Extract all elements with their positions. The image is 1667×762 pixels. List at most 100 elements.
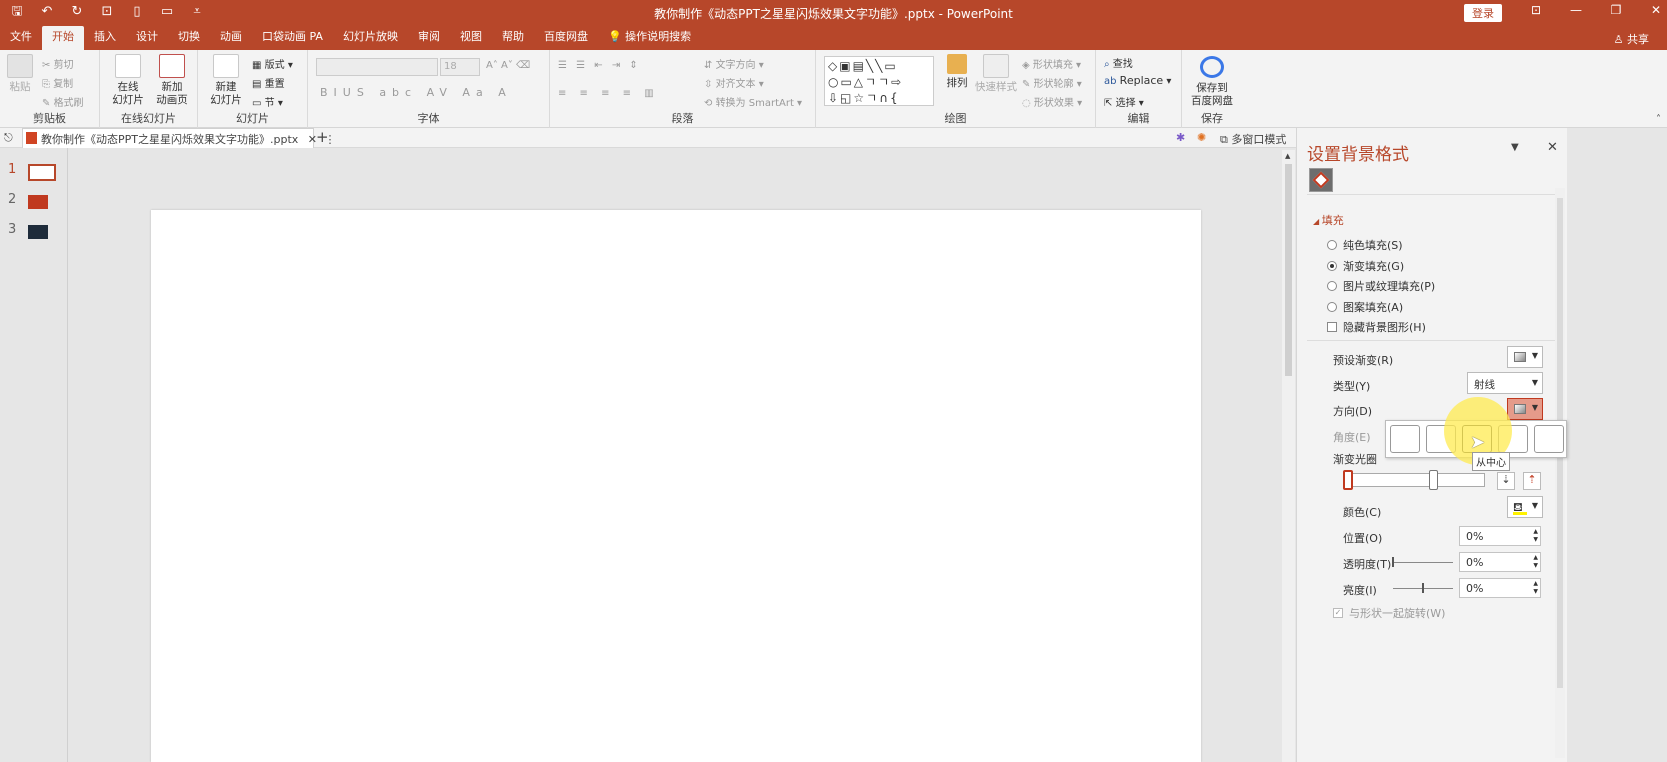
collapse-ribbon-icon[interactable]: ˄ [1656, 114, 1661, 125]
save-baidu-button[interactable]: 保存到 百度网盘 [1186, 54, 1238, 108]
shapes-gallery[interactable]: ◇▣▤╲╲▭ ○▭△ㄱㄱ⇨ ⇩◱☆ㄱ∩{ [824, 56, 934, 106]
shape-effects-button[interactable]: ◌ 形状效果 ▾ [1022, 94, 1082, 109]
tab-home[interactable]: 开始 [42, 26, 84, 50]
fill-section-header[interactable]: ◢ 填充 [1313, 212, 1344, 228]
list-icons[interactable]: ☰ ☰ ⇤ ⇥ ⇕ [558, 60, 641, 71]
spin-icon[interactable]: ▲ ▼ [1533, 554, 1538, 570]
direction-dropdown[interactable]: ▼ [1507, 398, 1543, 420]
new-tab-icon[interactable]: + [316, 128, 329, 146]
type-dropdown[interactable]: 射线 ▼ [1467, 372, 1543, 394]
direction-option-1[interactable] [1390, 425, 1420, 453]
slide-thumb-1[interactable] [28, 164, 56, 181]
position-input[interactable]: 0% ▲ ▼ [1459, 526, 1541, 546]
pane-scrollbar[interactable] [1555, 188, 1565, 758]
slide-thumb-2[interactable] [28, 195, 48, 209]
add-stop-icon[interactable]: ⇣ [1497, 472, 1515, 490]
shape-outline-button[interactable]: ✎ 形状轮廓 ▾ [1022, 75, 1082, 90]
transparency-slider[interactable] [1393, 562, 1453, 563]
hide-bg-checkbox[interactable]: 隐藏背景图形(H) [1327, 319, 1426, 335]
multi-window-button[interactable]: ⧉ 多窗口模式 [1220, 131, 1286, 147]
tab-transitions[interactable]: 切换 [168, 24, 210, 50]
tell-me-search[interactable]: 💡 操作说明搜索 [598, 24, 701, 50]
layout-button[interactable]: ▦ 版式 ▾ [252, 56, 293, 71]
scrollbar-thumb[interactable] [1285, 164, 1292, 376]
settings-gear-icon[interactable]: ✺ [1197, 131, 1206, 144]
copy-button[interactable]: ⎘ 复制 [42, 75, 73, 90]
tab-animations[interactable]: 动画 [210, 24, 252, 50]
color-dropdown[interactable]: ⛾ ▼ [1507, 496, 1543, 518]
addin-icon[interactable]: ✱ [1176, 131, 1185, 144]
tab-design[interactable]: 设计 [126, 24, 168, 50]
tab-history-icon[interactable]: ⎋ [4, 131, 13, 145]
transparency-input[interactable]: 0% ▲ ▼ [1459, 552, 1541, 572]
remove-stop-icon[interactable]: ⇡ [1523, 472, 1541, 490]
scroll-up-icon[interactable]: ▲ [1285, 152, 1290, 160]
brightness-input[interactable]: 0% ▲ ▼ [1459, 578, 1541, 598]
tab-insert[interactable]: 插入 [84, 24, 126, 50]
tab-baidu[interactable]: 百度网盘 [534, 24, 598, 50]
rotate-with-shape-checkbox[interactable]: ✓ 与形状一起旋转(W) [1333, 605, 1445, 621]
new-anim-page-button[interactable]: 新加 动画页 [150, 54, 194, 107]
fill-tab-icon[interactable] [1309, 168, 1333, 192]
slide-thumb-3[interactable] [28, 225, 48, 239]
multi-window-label: 多窗口模式 [1231, 133, 1287, 146]
restore-icon[interactable]: ❐ [1605, 3, 1627, 17]
text-direction-button[interactable]: ⇵ 文字方向 ▾ [704, 56, 764, 71]
smartart-button[interactable]: ⟲ 转换为 SmartArt ▾ [704, 94, 802, 109]
tab-slideshow[interactable]: 幻灯片放映 [333, 24, 408, 50]
gradient-stop-1[interactable] [1343, 470, 1353, 490]
align-icons[interactable]: ≡ ≡ ≡ ≡ ▥ [558, 88, 659, 99]
close-icon[interactable]: ✕ [1645, 3, 1667, 17]
spin-icon[interactable]: ▲ ▼ [1533, 580, 1538, 596]
group-online-slides: 在线 幻灯片 新加 动画页 在线幻灯片 [100, 50, 198, 128]
transparency-label: 透明度(T) [1343, 558, 1392, 571]
share-button[interactable]: ♙ 共享 [1614, 31, 1649, 47]
pane-close-icon[interactable]: ✕ [1547, 140, 1558, 155]
select-button[interactable]: ⇱ 选择 ▾ [1104, 94, 1144, 109]
window-title: 教你制作《动态PPT之星星闪烁效果文字功能》.pptx - PowerPoint [654, 7, 1013, 21]
solid-fill-radio[interactable]: 纯色填充(S) [1327, 237, 1403, 253]
font-format-icons[interactable]: BIUS abc AV Aa A [320, 86, 512, 99]
login-button[interactable]: 登录 [1464, 4, 1502, 22]
gradient-fill-radio[interactable]: 渐变填充(G) [1327, 258, 1404, 274]
pattern-fill-radio[interactable]: 图案填充(A) [1327, 299, 1403, 315]
font-size-box[interactable]: 18 [440, 58, 480, 76]
current-slide[interactable] [151, 210, 1201, 762]
cut-button[interactable]: ✂ 剪切 [42, 56, 74, 71]
find-button[interactable]: ⌕ 查找 [1104, 55, 1133, 70]
gradient-fill-label: 渐变填充(G) [1343, 260, 1405, 273]
vertical-scrollbar[interactable]: ▲ [1282, 150, 1295, 762]
tab-view[interactable]: 视图 [450, 24, 492, 50]
shape-fill-button[interactable]: ◈ 形状填充 ▾ [1022, 56, 1081, 71]
gradient-stops-bar[interactable] [1347, 473, 1485, 487]
brightness-slider-thumb[interactable] [1422, 583, 1424, 593]
transparency-slider-thumb[interactable] [1392, 557, 1394, 567]
tab-file[interactable]: 文件 [0, 24, 42, 50]
align-text-button[interactable]: ⇳ 对齐文本 ▾ [704, 75, 764, 90]
chevron-down-icon: ▼ [1531, 403, 1538, 412]
gradient-stop-2[interactable] [1429, 470, 1438, 490]
pane-options-icon[interactable]: ▼ [1511, 142, 1519, 153]
tab-help[interactable]: 帮助 [492, 24, 534, 50]
online-slides-button[interactable]: 在线 幻灯片 [106, 54, 150, 107]
paste-button[interactable]: 粘贴 [6, 54, 34, 94]
section-button[interactable]: ▭ 节 ▾ [252, 94, 283, 109]
ribbon-display-icon[interactable]: ⊡ [1525, 3, 1547, 17]
format-painter-button[interactable]: ✎ 格式刷 [42, 94, 84, 109]
new-slide-button[interactable]: 新建 幻灯片 [204, 54, 248, 107]
arrange-button[interactable]: 排列 [942, 54, 972, 90]
document-tab[interactable]: 教你制作《动态PPT之星星闪烁效果文字功能》.pptx ✕ ⋮ [22, 128, 336, 148]
replace-button[interactable]: ab Replace ▾ [1104, 74, 1171, 87]
font-name-box[interactable] [316, 58, 438, 76]
reset-button[interactable]: ▤ 重置 [252, 75, 285, 90]
font-grow-icon[interactable]: A˄ A˅ ⌫ [486, 60, 530, 71]
tab-review[interactable]: 审阅 [408, 24, 450, 50]
tab-pocket-animation[interactable]: 口袋动画 PA [252, 24, 333, 50]
group-drawing: ◇▣▤╲╲▭ ○▭△ㄱㄱ⇨ ⇩◱☆ㄱ∩{ 排列 快速样式 ◈ 形状填充 ▾ ✎ 形状… [816, 50, 1096, 128]
preset-gradient-dropdown[interactable]: ▼ [1507, 346, 1543, 368]
picture-fill-radio[interactable]: 图片或纹理填充(P) [1327, 278, 1435, 294]
quick-styles-button[interactable]: 快速样式 [974, 54, 1018, 94]
spin-icon[interactable]: ▲ ▼ [1533, 528, 1538, 544]
minimize-icon[interactable]: — [1565, 3, 1587, 17]
direction-option-5[interactable] [1534, 425, 1564, 453]
